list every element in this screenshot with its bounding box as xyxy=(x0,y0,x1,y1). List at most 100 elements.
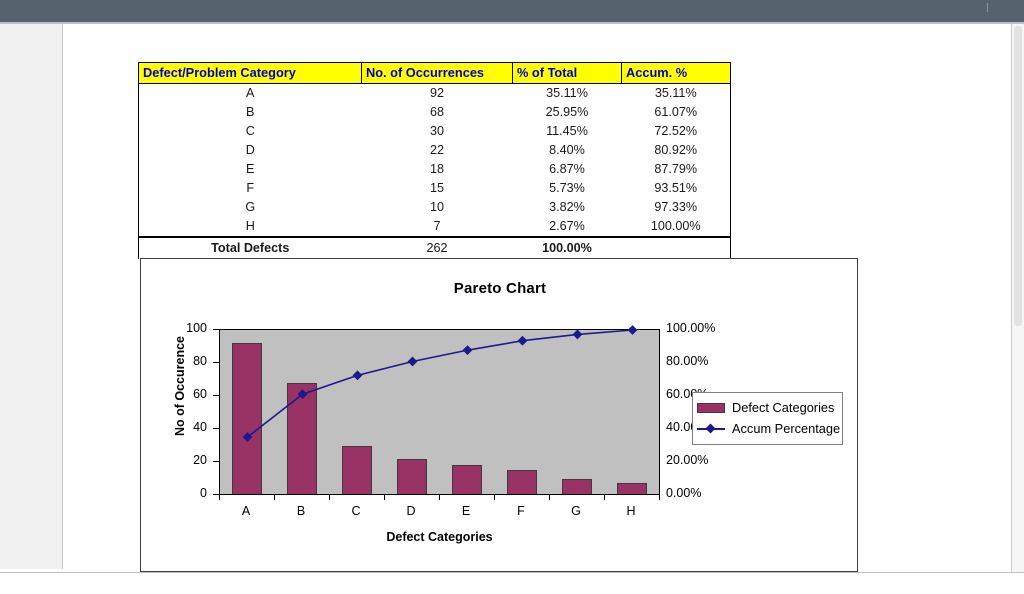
cell-accum-pct: 100.00% xyxy=(621,217,731,237)
x-tick-8 xyxy=(659,494,660,500)
table-total-row: Total Defects 262 100.00% xyxy=(138,236,731,259)
x-tick-label-B: B xyxy=(296,504,306,518)
table-row: C 30 11.45% 72.52% xyxy=(138,122,731,141)
scrollbar-thumb[interactable] xyxy=(1014,26,1022,326)
x-tick-1 xyxy=(274,494,275,500)
y-tick-label-60: 60 xyxy=(193,387,207,401)
column-header-occurrences: No. of Occurrences xyxy=(361,62,513,84)
chart-legend: Defect Categories Accum Percentage xyxy=(692,392,843,445)
y-tick-label-80: 80 xyxy=(193,354,207,368)
cell-pct-total: 2.67% xyxy=(512,217,622,237)
cell-category: H xyxy=(138,217,362,237)
cell-category: F xyxy=(138,179,362,198)
document-viewer: Defect/Problem Category No. of Occurrenc… xyxy=(0,0,1024,594)
table-row: D 22 8.40% 80.92% xyxy=(138,141,731,160)
y-axis-title: No of Occurence xyxy=(173,335,187,437)
page-left-gutter xyxy=(0,24,62,569)
accum-percentage-line xyxy=(242,325,638,442)
table-row: E 18 6.87% 87.79% xyxy=(138,160,731,179)
cell-accum-pct: 61.07% xyxy=(621,103,731,122)
legend-label-defect-categories: Defect Categories xyxy=(732,400,835,415)
accum-line-markers xyxy=(242,325,638,442)
y2-axis-line xyxy=(659,329,660,495)
column-header-category: Defect/Problem Category xyxy=(138,62,362,84)
cell-pct-total: 11.45% xyxy=(512,122,622,141)
cell-occurrences: 68 xyxy=(361,103,513,122)
cell-pct-total: 5.73% xyxy=(512,179,622,198)
x-tick-4 xyxy=(439,494,440,500)
x-tick-2 xyxy=(329,494,330,500)
cell-occurrences: 18 xyxy=(361,160,513,179)
pareto-chart: Pareto Chart No of Occurence 100 80 60 4… xyxy=(140,258,858,572)
y-tick-label-20: 20 xyxy=(193,453,207,467)
bottom-area xyxy=(0,573,1024,594)
cell-occurrences: 10 xyxy=(361,198,513,217)
total-pct-total: 100.00% xyxy=(512,236,622,259)
x-tick-label-E: E xyxy=(461,504,471,518)
cell-accum-pct: 72.52% xyxy=(621,122,731,141)
cell-occurrences: 15 xyxy=(361,179,513,198)
x-tick-label-A: A xyxy=(241,504,251,518)
y-tick-label-100: 100 xyxy=(186,321,207,335)
cell-category: E xyxy=(138,160,362,179)
cell-occurrences: 22 xyxy=(361,141,513,160)
accum-line-path xyxy=(247,329,633,438)
cell-pct-total: 3.82% xyxy=(512,198,622,217)
cell-accum-pct: 35.11% xyxy=(621,83,731,103)
cell-pct-total: 25.95% xyxy=(512,103,622,122)
y2-tick-label-100: 100.00% xyxy=(666,321,716,335)
y2-tick-label-20: 20.00% xyxy=(666,453,709,467)
x-tick-label-H: H xyxy=(626,504,636,518)
legend-item-defect-categories: Defect Categories xyxy=(697,397,839,418)
titlebar-tick xyxy=(987,3,988,12)
x-tick-0 xyxy=(219,494,220,500)
table-row: F 15 5.73% 93.51% xyxy=(138,179,731,198)
pareto-data-table: Defect/Problem Category No. of Occurrenc… xyxy=(138,62,731,259)
y-tick-label-40: 40 xyxy=(193,420,207,434)
plot-area xyxy=(219,325,660,495)
column-header-accum-pct: Accum. % xyxy=(621,62,731,84)
cell-accum-pct: 80.92% xyxy=(621,141,731,160)
y-axis-line xyxy=(219,329,220,495)
x-tick-6 xyxy=(549,494,550,500)
window-titlebar xyxy=(0,0,1024,22)
x-tick-label-D: D xyxy=(406,504,416,518)
x-tick-7 xyxy=(604,494,605,500)
cell-accum-pct: 93.51% xyxy=(621,179,731,198)
cell-pct-total: 8.40% xyxy=(512,141,622,160)
x-tick-3 xyxy=(384,494,385,500)
cell-pct-total: 35.11% xyxy=(512,83,622,103)
x-tick-label-C: C xyxy=(351,504,361,518)
y2-tick-label-80: 80.00% xyxy=(666,354,709,368)
x-tick-5 xyxy=(494,494,495,500)
cell-category: D xyxy=(138,141,362,160)
cell-category: B xyxy=(138,103,362,122)
cell-pct-total: 6.87% xyxy=(512,160,622,179)
cell-category: C xyxy=(138,122,362,141)
table-row: B 68 25.95% 61.07% xyxy=(138,103,731,122)
table-row: G 10 3.82% 97.33% xyxy=(138,198,731,217)
cell-occurrences: 92 xyxy=(361,83,513,103)
table-row: H 7 2.67% 100.00% xyxy=(138,217,731,237)
column-header-pct-total: % of Total xyxy=(512,62,622,84)
x-tick-label-G: G xyxy=(571,504,581,518)
cell-category: A xyxy=(138,83,362,103)
cell-occurrences: 7 xyxy=(361,217,513,237)
cell-occurrences: 30 xyxy=(361,122,513,141)
chart-title: Pareto Chart xyxy=(453,280,547,297)
legend-bar-swatch-icon xyxy=(697,402,725,413)
y2-tick-label-0: 0.00% xyxy=(666,486,702,500)
table-row: A 92 35.11% 35.11% xyxy=(138,83,731,103)
total-accum-pct xyxy=(621,236,731,259)
x-axis-title: Defect Categories xyxy=(386,530,493,544)
total-occurrences: 262 xyxy=(361,236,513,259)
cell-accum-pct: 97.33% xyxy=(621,198,731,217)
cell-category: G xyxy=(138,198,362,217)
table-header-row: Defect/Problem Category No. of Occurrenc… xyxy=(138,62,731,84)
total-label: Total Defects xyxy=(138,236,362,259)
legend-line-swatch-icon xyxy=(697,423,725,434)
x-tick-label-F: F xyxy=(517,504,525,518)
legend-label-accum-percentage: Accum Percentage xyxy=(732,421,841,436)
legend-item-accum-percentage: Accum Percentage xyxy=(697,418,841,439)
cell-accum-pct: 87.79% xyxy=(621,160,731,179)
